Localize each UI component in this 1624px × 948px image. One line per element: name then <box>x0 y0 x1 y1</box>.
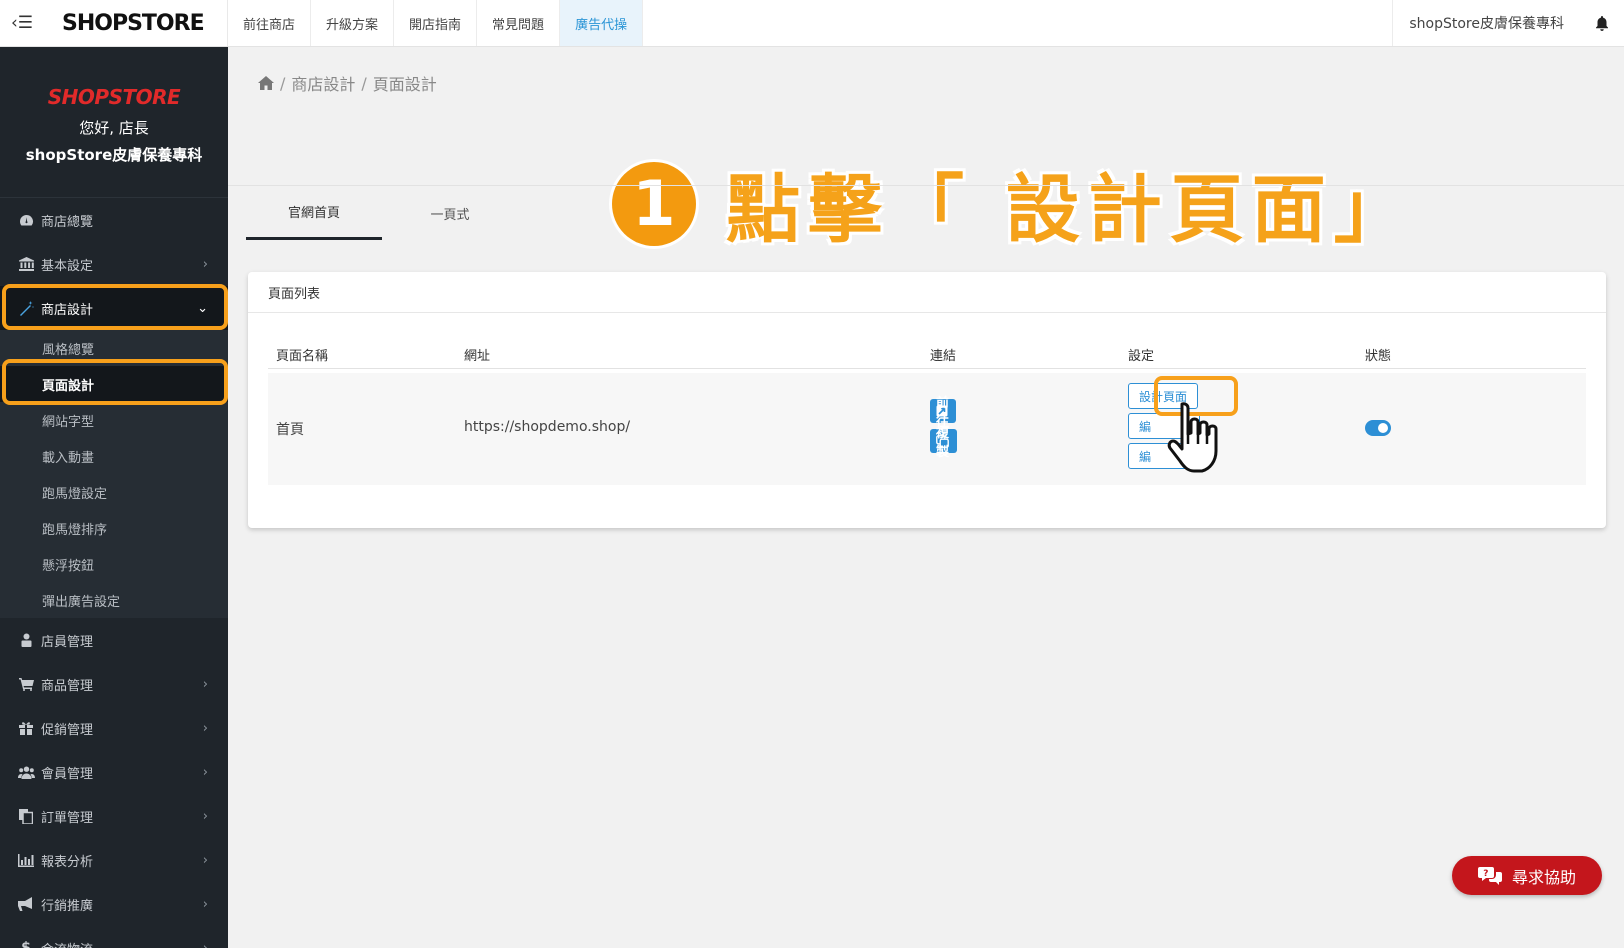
nav-tab-guide[interactable]: 開店指南 <box>394 0 478 46</box>
bank-icon <box>17 256 35 272</box>
sidebar-item-store-design[interactable]: 商店設計 ⌄ <box>0 286 228 330</box>
sidebar-item-label: 商店設計 <box>41 302 94 318</box>
card-title: 頁面列表 <box>248 272 1606 313</box>
chevron-right-icon: › <box>202 676 208 692</box>
sidebar-item-label: 會員管理 <box>41 766 94 782</box>
sidebar-subitem-page-design[interactable]: 頁面設計 <box>0 366 228 402</box>
chat-question-icon: ? <box>1477 866 1502 885</box>
bell-icon <box>1596 15 1608 31</box>
chevron-right-icon: › <box>202 896 208 912</box>
user-lock-icon <box>17 632 35 648</box>
column-header: 狀態 <box>1365 349 1392 364</box>
page-name-cell: 首頁 <box>276 422 304 438</box>
status-toggle[interactable] <box>1365 420 1391 436</box>
breadcrumb-current: 頁面設計 <box>372 75 437 94</box>
help-button[interactable]: ? 尋求協助 <box>1452 856 1602 895</box>
sidebar-store-name: shopStore皮膚保養專科 <box>25 146 203 164</box>
sidebar-item-label: 商店總覽 <box>41 214 94 230</box>
sidebar-header: SHOPSTORE 您好, 店長 shopStore皮膚保養專科 <box>0 47 228 198</box>
sidebar-item-label: 行銷推廣 <box>41 898 94 914</box>
users-icon <box>17 764 35 780</box>
nav-tab-upgrade[interactable]: 升級方案 <box>311 0 395 46</box>
sidebar: SHOPSTORE 您好, 店長 shopStore皮膚保養專科 商店總覽 基本… <box>0 47 228 948</box>
table-header: 頁面名稱 網址 連結 設定 狀態 <box>268 340 1586 369</box>
sidebar-subitem-marquee-order[interactable]: 跑馬燈排序 <box>0 510 228 546</box>
chevron-right-icon: › <box>202 808 208 824</box>
column-header: 頁面名稱 <box>276 349 329 364</box>
cart-icon <box>17 676 35 692</box>
sidebar-subitem-loading-animation[interactable]: 載入動畫 <box>0 438 228 474</box>
gift-icon <box>17 720 35 736</box>
chevron-down-icon: ⌄ <box>197 300 208 316</box>
page-url-cell: https://shopdemo.shop/ <box>464 419 631 435</box>
sidebar-item-label: 訂單管理 <box>41 810 94 826</box>
column-header: 網址 <box>464 349 491 364</box>
sidebar-subitem-marquee-settings[interactable]: 跑馬燈設定 <box>0 474 228 510</box>
sidebar-item-promotions[interactable]: 促銷管理 › <box>0 706 228 750</box>
svg-text:?: ? <box>1483 869 1488 879</box>
copy-button-label: 複製 <box>936 426 950 460</box>
table-row: 首頁 https://shopdemo.shop/ 前往 複製 設計頁面 編 編 <box>268 373 1586 485</box>
sidebar-item-staff[interactable]: 店員管理 <box>0 618 228 662</box>
column-header: 設定 <box>1128 349 1155 364</box>
top-bar: ‹☰ SHOPSTORE 前往商店 升級方案 開店指南 常見問題 廣告代操 sh… <box>0 0 1624 47</box>
column-header: 連結 <box>930 349 957 364</box>
sidebar-logo: SHOPSTORE <box>47 85 181 109</box>
chevron-right-icon: › <box>202 256 208 272</box>
bar-chart-icon <box>17 852 35 868</box>
notification-button[interactable] <box>1580 0 1624 46</box>
dashboard-icon <box>17 212 35 228</box>
help-button-label: 尋求協助 <box>1511 867 1576 887</box>
copy-button[interactable]: 複製 <box>930 426 957 460</box>
sidebar-subitem-floating-button[interactable]: 懸浮按鈕 <box>0 546 228 582</box>
sidebar-item-marketing[interactable]: 行銷推廣 › <box>0 882 228 926</box>
nav-tab-faq[interactable]: 常見問題 <box>477 0 561 46</box>
sidebar-item-reports[interactable]: 報表分析 › <box>0 838 228 882</box>
sidebar-item-overview[interactable]: 商店總覽 <box>0 198 228 242</box>
copy-icon <box>17 808 35 824</box>
tab-official-home[interactable]: 官網首頁 <box>246 186 382 240</box>
chevron-right-icon: › <box>202 764 208 780</box>
tab-one-page[interactable]: 一頁式 <box>382 186 518 240</box>
brand-logo[interactable]: SHOPSTORE <box>44 0 228 46</box>
sidebar-item-label: 促銷管理 <box>41 722 94 738</box>
breadcrumb-item[interactable]: 商店設計 <box>291 71 355 95</box>
nav-tab-ads[interactable]: 廣告代操 <box>560 0 644 46</box>
page-list-card: 頁面列表 頁面名稱 網址 連結 設定 狀態 首頁 https://shopdem… <box>248 272 1606 528</box>
nav-tab-store[interactable]: 前往商店 <box>228 0 312 46</box>
chevron-right-icon: › <box>202 940 208 948</box>
sidebar-greeting: 您好, 店長 <box>79 119 149 137</box>
sidebar-subitem-style-overview[interactable]: 風格總覽 <box>0 330 228 366</box>
sidebar-item-label: 金流物流 <box>41 939 93 948</box>
home-icon[interactable] <box>258 76 274 90</box>
sidebar-item-label: 店員管理 <box>41 634 94 650</box>
goto-button[interactable]: 前往 <box>930 396 956 430</box>
dollar-icon: $ <box>21 940 31 948</box>
sidebar-item-label: 基本設定 <box>41 258 94 274</box>
brand-logo-text: SHOPSTORE <box>62 10 205 36</box>
page-tabs: 官網首頁 一頁式 <box>228 185 1624 240</box>
sidebar-item-basic-settings[interactable]: 基本設定 › <box>0 242 228 286</box>
sidebar-subitem-popup-ads[interactable]: 彈出廣告設定 <box>0 582 228 618</box>
store-name-menu[interactable]: shopStore皮膚保養專科 <box>1392 0 1580 46</box>
menu-icon: ‹☰ <box>10 13 34 33</box>
sidebar-item-label: 商品管理 <box>41 678 94 694</box>
magic-wand-icon <box>17 300 35 316</box>
sidebar-item-label: 報表分析 <box>41 854 94 870</box>
sidebar-submenu-store-design: 風格總覽 頁面設計 網站字型 載入動畫 跑馬燈設定 跑馬燈排序 懸浮按鈕 彈出廣… <box>0 330 228 618</box>
menu-toggle-button[interactable]: ‹☰ <box>0 0 44 46</box>
sidebar-item-payment-logistics[interactable]: $ 金流物流 › <box>0 926 228 948</box>
hand-pointer-icon <box>1167 402 1218 473</box>
chevron-right-icon: › <box>202 852 208 868</box>
sidebar-item-products[interactable]: 商品管理 › <box>0 662 228 706</box>
bullhorn-icon <box>17 896 35 912</box>
sidebar-item-orders[interactable]: 訂單管理 › <box>0 794 228 838</box>
sidebar-subitem-fonts[interactable]: 網站字型 <box>0 402 228 438</box>
breadcrumb: / 商店設計 / 頁面設計 <box>258 71 437 95</box>
chevron-right-icon: › <box>202 720 208 736</box>
sidebar-item-members[interactable]: 會員管理 › <box>0 750 228 794</box>
